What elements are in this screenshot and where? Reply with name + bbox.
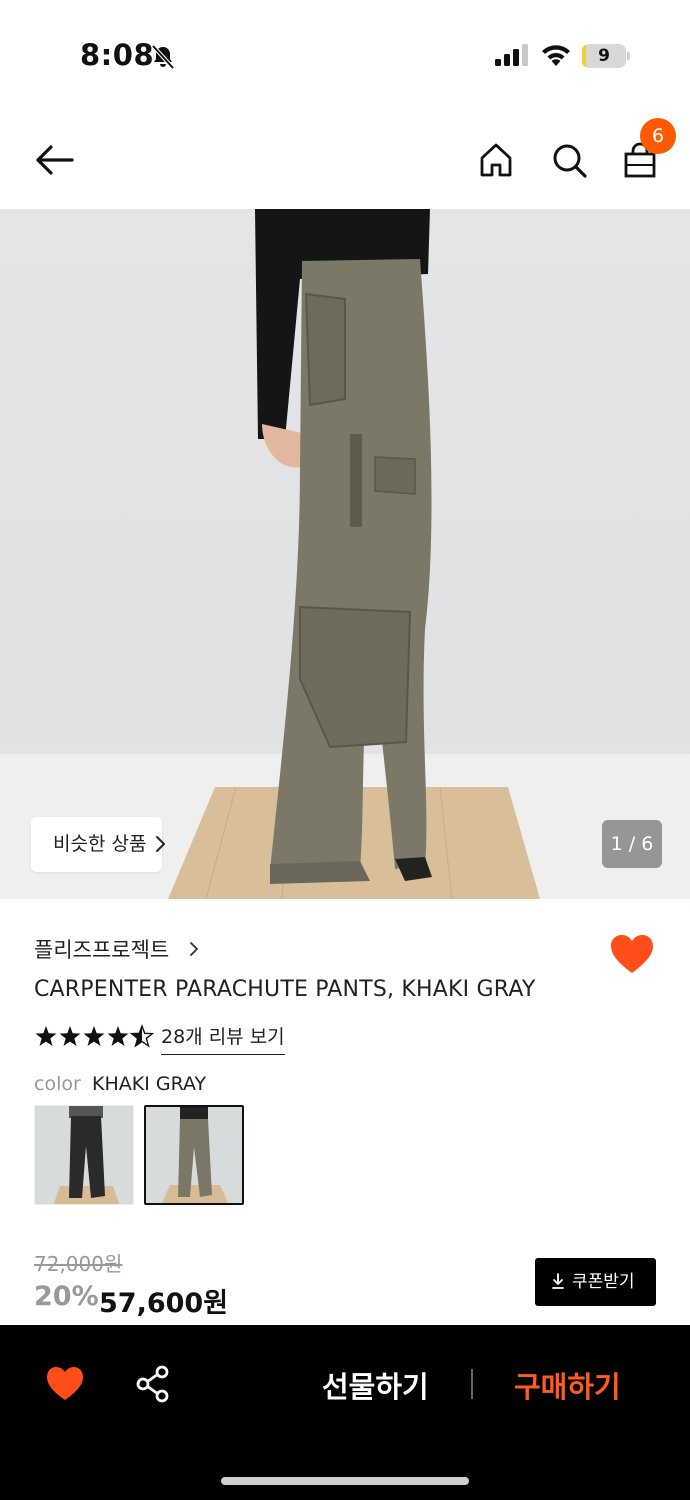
star-rating (35, 1024, 154, 1048)
search-icon[interactable] (547, 138, 591, 182)
status-time: 8:08 (80, 38, 155, 72)
color-swatch-khaki-gray[interactable] (144, 1105, 244, 1205)
home-indicator (221, 1477, 469, 1485)
battery-icon: 9 (582, 44, 630, 68)
color-value: KHAKI GRAY (92, 1073, 207, 1095)
heart-icon[interactable] (609, 933, 655, 975)
battery-level: 9 (598, 46, 610, 66)
color-swatch-black[interactable] (34, 1105, 134, 1205)
similar-products-button[interactable]: 비슷한 상품 (31, 817, 162, 872)
chevron-right-icon (156, 836, 165, 852)
star-filled (59, 1026, 81, 1046)
bell-off-icon (151, 44, 175, 70)
download-icon (552, 1273, 564, 1289)
product-title: CARPENTER PARACHUTE PANTS, KHAKI GRAY (34, 977, 536, 1002)
brand-link[interactable]: 플리즈프로젝트 (34, 934, 169, 964)
status-bar: 8:08 9 (0, 0, 690, 110)
sale-price: 57,600원 (99, 1288, 229, 1319)
bottom-action-bar (0, 1325, 690, 1500)
star-filled (83, 1026, 105, 1046)
buy-button[interactable]: 구매하기 (514, 1364, 621, 1406)
product-image[interactable] (0, 209, 690, 899)
star-filled (107, 1026, 129, 1046)
gift-button[interactable]: 선물하기 (322, 1364, 429, 1406)
image-page-indicator: 1 / 6 (602, 820, 662, 868)
heart-icon[interactable] (46, 1366, 84, 1402)
back-arrow-icon[interactable] (32, 138, 76, 182)
signal-icon (495, 44, 528, 66)
color-label: color (34, 1073, 81, 1095)
chevron-right-icon (190, 942, 198, 956)
divider (471, 1369, 473, 1399)
top-nav (0, 110, 690, 208)
home-icon[interactable] (474, 138, 518, 182)
cart-count-badge: 6 (640, 118, 676, 154)
original-price: 72,000원 (34, 1252, 123, 1276)
star-filled (35, 1026, 57, 1046)
reviews-link[interactable]: 28개 리뷰 보기 (161, 1022, 285, 1055)
share-icon[interactable] (134, 1364, 172, 1404)
discount-rate: 20% (34, 1281, 99, 1312)
wifi-icon (542, 45, 570, 66)
